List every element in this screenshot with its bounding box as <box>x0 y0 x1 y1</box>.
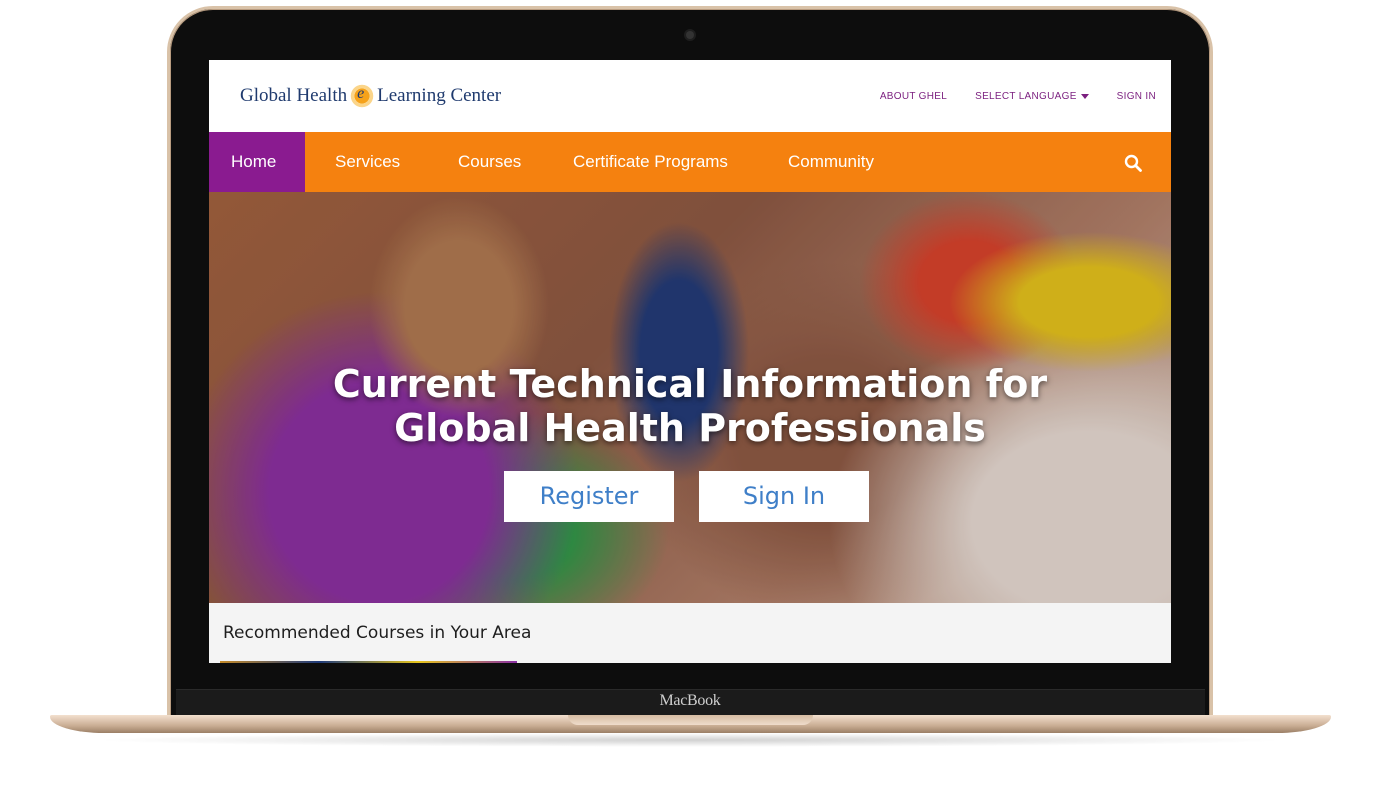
site-logo[interactable]: Global Health Learning Center <box>240 78 501 114</box>
nav-item-certificate-programs[interactable]: Certificate Programs <box>573 132 728 192</box>
select-language-label: SELECT LANGUAGE <box>975 91 1077 102</box>
hero-title-line1: Current Technical Information for <box>332 362 1048 406</box>
course-card-thumbnail[interactable] <box>220 661 517 663</box>
laptop-base-notch <box>568 715 813 725</box>
sign-in-link[interactable]: SIGN IN <box>1117 91 1156 102</box>
nav-item-home[interactable]: Home <box>209 132 305 192</box>
nav-item-services[interactable]: Services <box>335 132 400 192</box>
sign-in-button[interactable]: Sign In <box>699 471 869 522</box>
recommended-courses-section: Recommended Courses in Your Area <box>209 603 1171 663</box>
site-header: Global Health Learning Center ABOUT GHEL… <box>209 60 1171 132</box>
hero-title: Current Technical Information for Global… <box>209 362 1171 450</box>
hero-title-line2: Global Health Professionals <box>394 406 986 450</box>
sign-in-label: SIGN IN <box>1116 91 1156 102</box>
recommended-courses-title: Recommended Courses in Your Area <box>223 623 532 643</box>
logo-text-left: Global Health <box>240 85 348 106</box>
about-ghel-label: ABOUT GHEL <box>879 91 948 102</box>
nav-item-community[interactable]: Community <box>788 132 874 192</box>
laptop-shadow <box>90 733 1290 747</box>
search-icon[interactable] <box>1124 154 1142 172</box>
nav-item-courses[interactable]: Courses <box>458 132 521 192</box>
hero-banner: Current Technical Information for Global… <box>209 192 1171 603</box>
caret-down-icon <box>1080 94 1089 99</box>
main-nav: Home Services Courses Certificate Progra… <box>209 132 1171 192</box>
camera-icon <box>686 31 694 39</box>
utility-nav: ABOUT GHEL SELECT LANGUAGE SIGN IN <box>880 91 1156 102</box>
website-screen: Global Health Learning Center ABOUT GHEL… <box>209 60 1171 663</box>
about-ghel-link[interactable]: ABOUT GHEL <box>880 91 947 102</box>
sun-logo-icon <box>349 83 376 109</box>
device-brand-label: MacBook <box>659 692 721 709</box>
logo-text-right: Learning Center <box>377 85 502 106</box>
select-language-dropdown[interactable]: SELECT LANGUAGE <box>975 91 1089 102</box>
register-button[interactable]: Register <box>504 471 674 522</box>
